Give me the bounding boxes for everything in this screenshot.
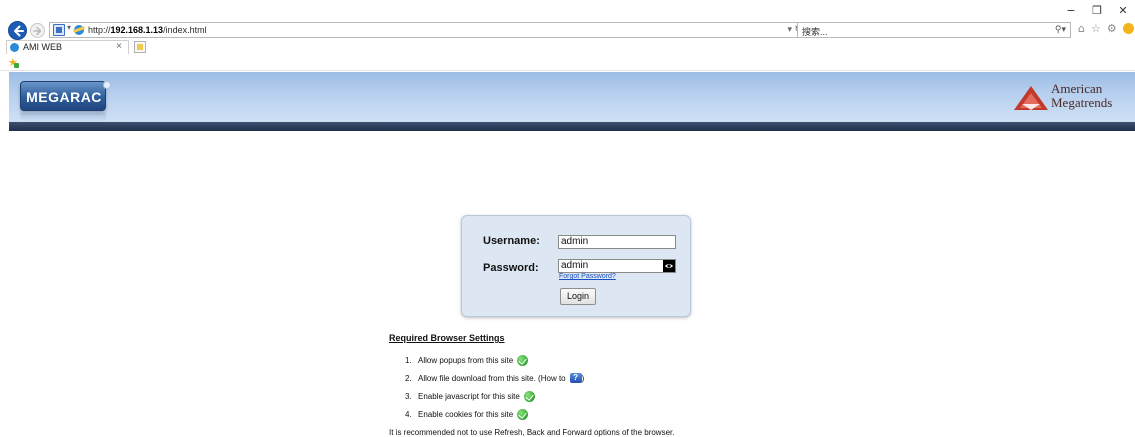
login-button[interactable]: Login — [560, 288, 596, 305]
arrow-left-icon — [14, 25, 24, 37]
megarac-logo: MEGARAC — [20, 81, 106, 111]
minimize-button[interactable]: − — [1065, 4, 1077, 17]
tab-close-icon[interactable]: × — [116, 41, 122, 52]
forward-button[interactable] — [30, 23, 45, 38]
header-bar — [9, 122, 1135, 131]
tab-title: AMI WEB — [23, 42, 63, 52]
search-box[interactable]: 搜索... ⚲▾ — [797, 22, 1071, 38]
login-box: Username: admin Password: admin Forgot P… — [461, 215, 691, 317]
ami-logo-icon — [1014, 86, 1048, 110]
list-item: 1. Allow popups from this site — [405, 353, 529, 367]
address-bar[interactable]: ▾ http://192.168.1.13/index.html ▾ ↻ — [49, 22, 807, 38]
item-number: 3. — [405, 391, 412, 401]
ie-site-icon — [74, 25, 84, 35]
recommendation-text: It is recommended not to use Refresh, Ba… — [389, 428, 675, 437]
close-window-button[interactable]: ✕ — [1117, 4, 1129, 17]
item-text: Enable javascript for this site — [418, 391, 520, 401]
password-field[interactable]: admin — [558, 259, 676, 273]
dropdown-arrow-icon[interactable]: ▾ — [67, 23, 71, 32]
tab-ami-web[interactable]: AMI WEB × — [6, 40, 129, 54]
check-icon — [517, 408, 529, 420]
reveal-password-button[interactable] — [663, 260, 675, 272]
company-line-2: Megatrends — [1051, 95, 1113, 110]
compatibility-view-icon[interactable] — [53, 24, 65, 36]
favorites-bar: ★ — [0, 54, 1135, 71]
url-path: /index.html — [163, 25, 207, 35]
browser-toolbar-icons: ⌂ ☆ ⚙ — [1078, 22, 1134, 35]
home-icon[interactable]: ⌂ — [1078, 22, 1085, 35]
company-name: American Megatrends — [1051, 82, 1112, 110]
smiley-icon[interactable] — [1122, 23, 1134, 34]
search-icon[interactable]: ⚲▾ — [1055, 24, 1066, 35]
item-suffix: ) — [581, 373, 585, 383]
list-item: 2. Allow file download from this site. (… — [405, 371, 584, 385]
item-number: 2. — [405, 373, 412, 383]
check-icon — [517, 354, 529, 366]
registered-mark-icon — [103, 81, 111, 89]
navigation-row: ▾ http://192.168.1.13/index.html ▾ ↻ 搜索.… — [0, 20, 1135, 40]
eye-icon — [665, 264, 673, 268]
url-host: 192.168.1.13 — [110, 25, 164, 35]
logo-reflection — [20, 113, 106, 121]
back-button[interactable] — [8, 21, 27, 40]
item-text: Allow popups from this site — [418, 355, 514, 365]
item-number: 1. — [405, 355, 412, 365]
page-header — [9, 72, 1135, 122]
password-label: Password: — [483, 262, 539, 274]
address-url[interactable]: http://192.168.1.13/index.html — [88, 25, 207, 35]
url-prefix: http:// — [88, 25, 111, 35]
arrow-right-icon — [33, 26, 42, 36]
list-item: 3. Enable javascript for this site — [405, 389, 535, 403]
add-favorite-icon[interactable]: ★ — [8, 56, 19, 69]
help-icon[interactable]: ? — [569, 373, 582, 383]
settings-title: Required Browser Settings — [389, 333, 505, 343]
item-text: Enable cookies for this site — [418, 409, 514, 419]
item-text: Allow file download from this site. (How… — [418, 373, 566, 383]
browser-chrome: − ❐ ✕ ▾ http://192.168.1.13/index.html ▾ — [0, 0, 1135, 72]
ie-tab-icon — [10, 43, 19, 52]
logo-text: MEGARAC — [26, 89, 102, 105]
page-root: − ❐ ✕ ▾ http://192.168.1.13/index.html ▾ — [0, 0, 1135, 437]
search-placeholder: 搜索... — [802, 27, 828, 37]
window-controls: − ❐ ✕ — [1065, 4, 1129, 17]
check-icon — [523, 390, 535, 402]
username-field[interactable]: admin — [558, 235, 676, 249]
star-icon[interactable]: ☆ — [1091, 22, 1101, 35]
username-label: Username: — [483, 235, 540, 247]
maximize-button[interactable]: ❐ — [1091, 4, 1103, 17]
password-value: admin — [561, 260, 589, 271]
item-number: 4. — [405, 409, 412, 419]
tab-row: AMI WEB × — [0, 40, 1135, 54]
gear-icon[interactable]: ⚙ — [1107, 22, 1117, 35]
new-tab-button[interactable] — [134, 41, 146, 53]
list-item: 4. Enable cookies for this site — [405, 407, 529, 421]
company-line-1: American — [1051, 81, 1103, 96]
forgot-password-link[interactable]: Forgot Password? — [559, 273, 616, 280]
